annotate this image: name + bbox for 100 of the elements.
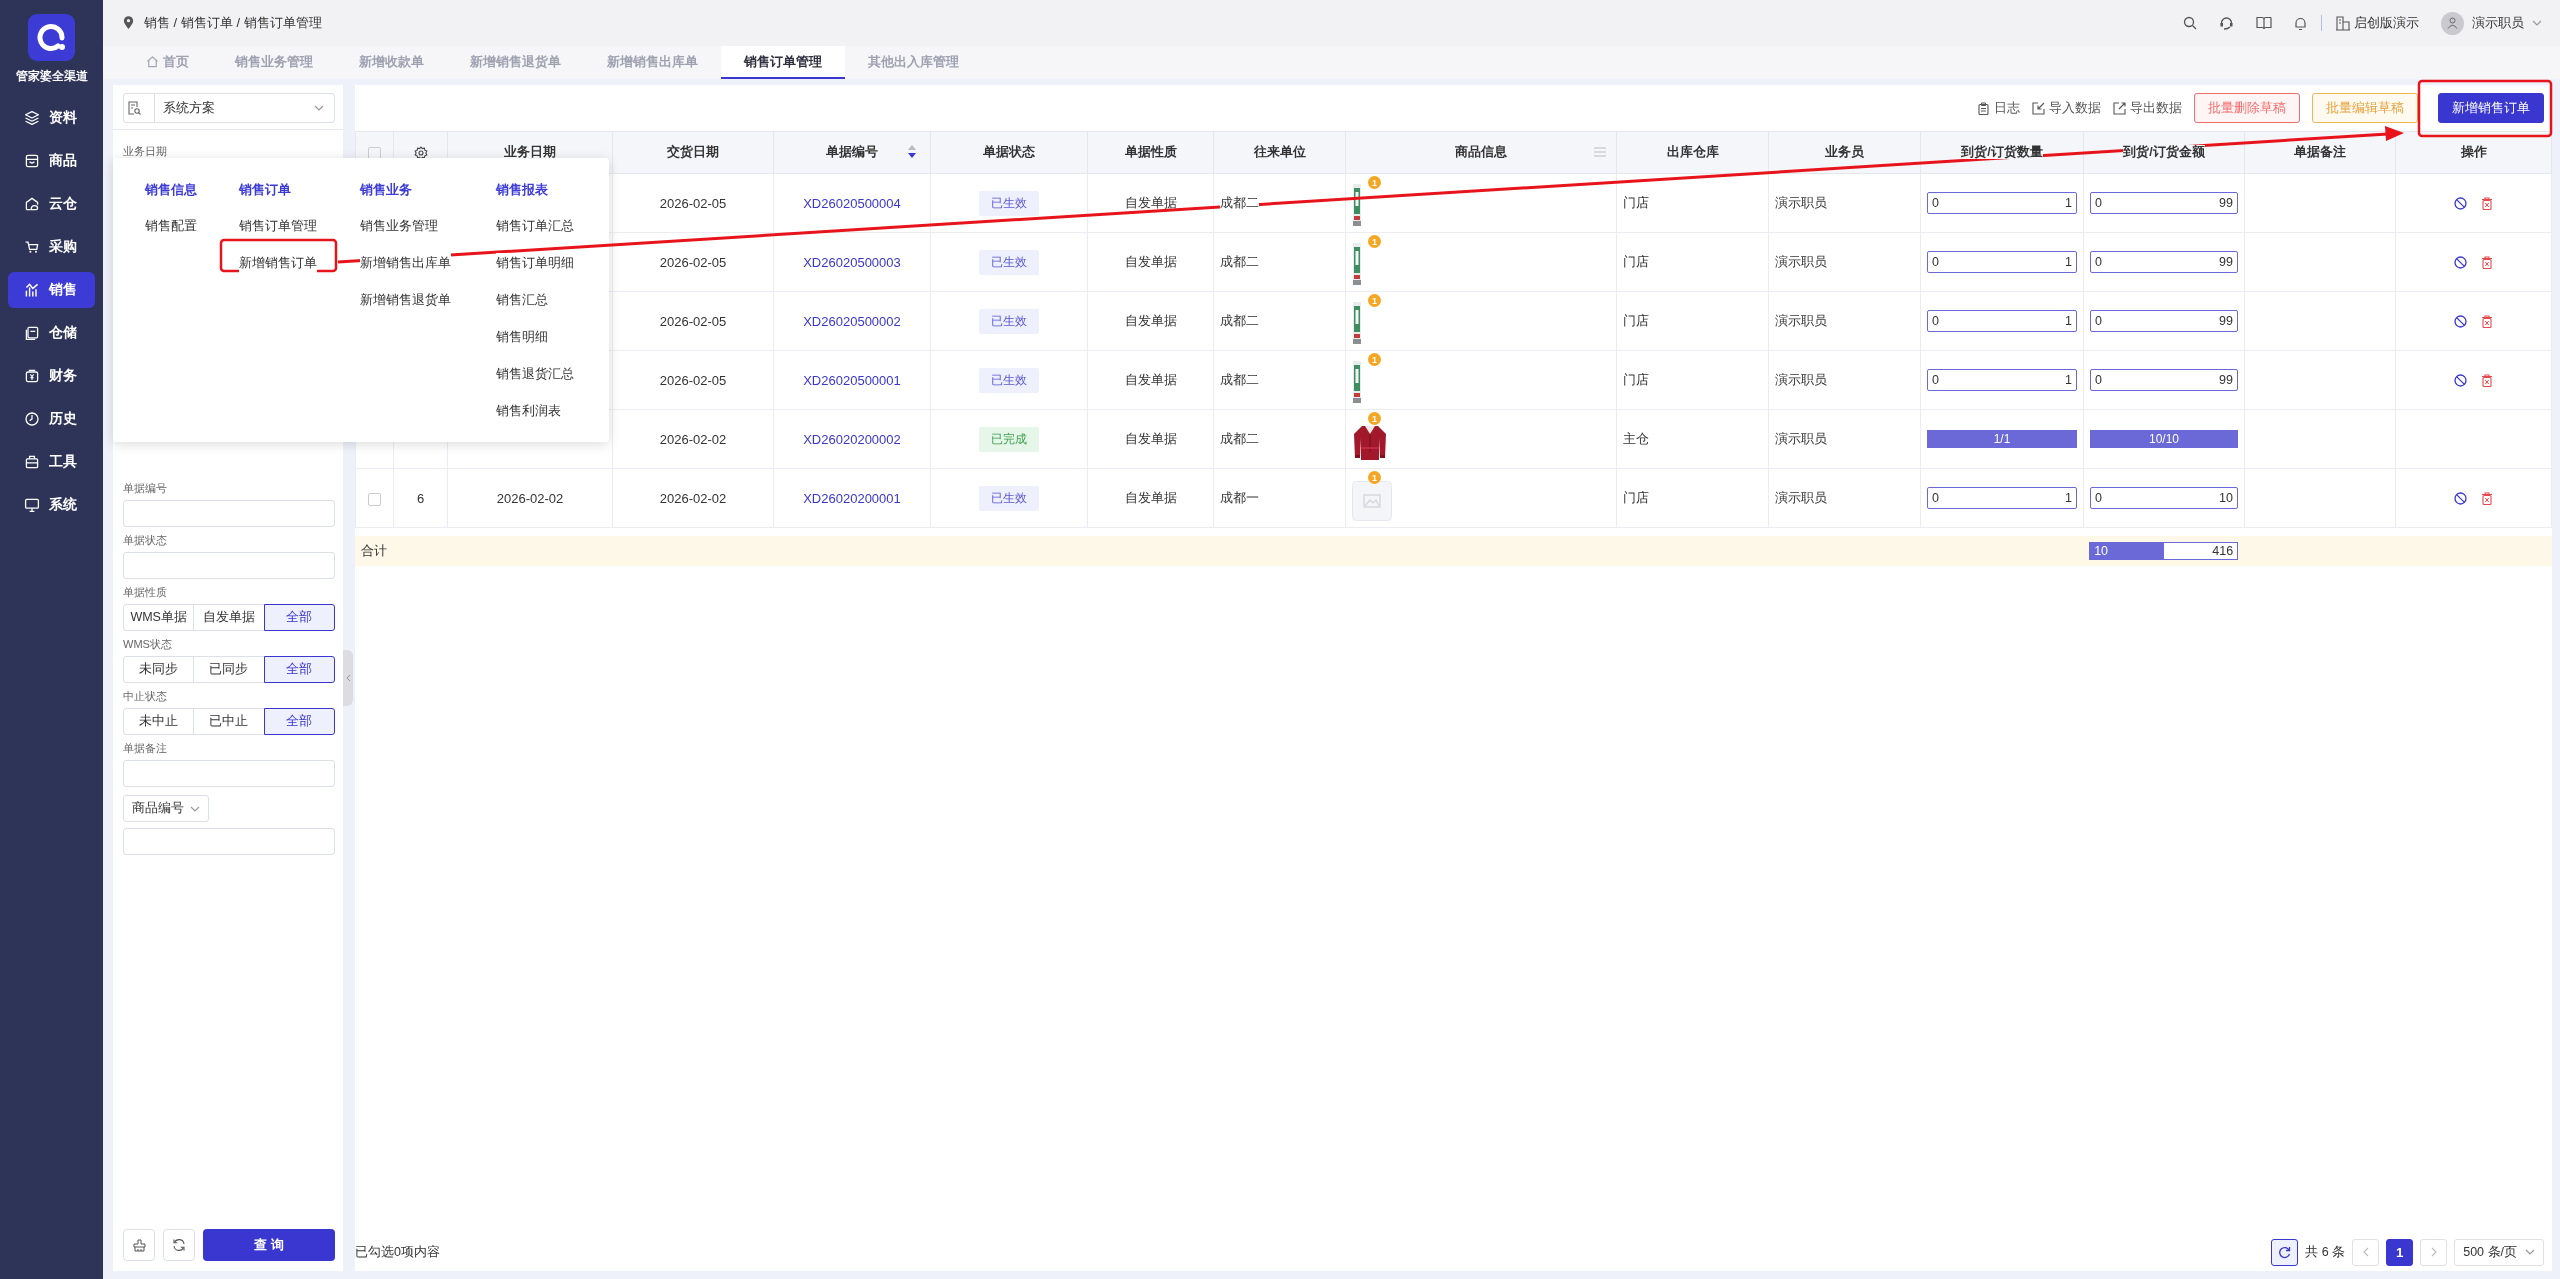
quantity-field[interactable]: 0 1 [1927,369,2077,391]
input-field[interactable] [123,828,335,855]
segment-option[interactable]: 全部 [263,708,335,735]
quantity-field[interactable]: 0 99 [2090,192,2238,214]
chevron-down-icon [2532,20,2542,26]
sidebar-item[interactable]: 历史 [8,401,95,437]
edition-label[interactable]: 启创版演示 [2354,14,2419,32]
sidebar-item[interactable]: 工具 [8,444,95,480]
table-cell: 门店 [1623,254,1649,269]
column-header[interactable]: 业务日期 [504,145,556,159]
order-number-link[interactable]: XD26020500004 [803,195,901,211]
settings-icon[interactable] [413,145,428,160]
delete-icon[interactable] [2481,314,2493,328]
quantity-field[interactable]: 0 10 [2090,487,2238,509]
column-header[interactable]: 单据编号 [826,145,878,159]
sidebar-item[interactable]: 财务 [8,358,95,394]
column-header[interactable]: 交货日期 [667,145,719,159]
book-icon[interactable] [2256,16,2272,30]
column-header[interactable]: 单据备注 [2294,145,2346,159]
order-number-link[interactable]: XD26020200001 [803,490,901,506]
delete-icon[interactable] [2481,255,2493,269]
column-header[interactable]: 单据性质 [1124,145,1177,159]
input-field[interactable] [123,500,335,527]
field-label: 单据备注 [123,741,168,756]
reset-button[interactable] [163,1229,195,1261]
ban-icon[interactable] [2454,491,2467,505]
toolbar-link[interactable]: 导入数据 [2032,99,2101,117]
sidebar-item[interactable]: 采购 [8,229,95,265]
cart-icon [24,239,40,255]
quantity-field[interactable]: 0 1 [1927,310,2077,332]
clear-button[interactable] [123,1229,155,1261]
menu-item[interactable]: 新增销售订单 [239,253,317,273]
quantity-field[interactable]: 0 1 [1927,251,2077,273]
column-header[interactable]: 业务员 [1825,145,1864,159]
ban-icon[interactable] [2454,196,2467,210]
headset-icon[interactable] [2219,15,2234,31]
table-cell: 2026-02-05 [659,195,727,211]
delete-icon[interactable] [2481,491,2493,505]
avatar-icon[interactable] [2441,11,2464,35]
monitor-icon [24,497,40,513]
menu-item[interactable]: 销售退货汇总 [496,364,574,384]
collapse-handle[interactable] [343,650,353,706]
quantity-field[interactable]: 0 99 [2090,310,2238,332]
ban-icon[interactable] [2454,314,2467,328]
count-badge: 1 [1368,412,1381,425]
order-number-link[interactable]: XD26020500001 [803,372,901,388]
column-header[interactable]: 商品信息 [1455,145,1507,159]
scheme-select[interactable]: 系统方案 [123,93,335,123]
page-size-select[interactable]: 500 条/页 [2454,1238,2544,1266]
input-field[interactable] [123,552,335,579]
status-tag: 已生效 [979,249,1039,275]
segment-option[interactable]: WMS单据 [123,604,195,631]
order-number-link[interactable]: XD26020200002 [803,431,901,447]
segment-option[interactable]: 未中止 [123,708,195,735]
sidebar-item[interactable]: 系统 [8,487,95,523]
sort-icon[interactable] [908,145,916,158]
field-select[interactable]: 商品编号 [123,795,209,822]
quantity-field[interactable]: 0 1 [1927,192,2077,214]
order-number-link[interactable]: XD26020500003 [803,254,901,270]
search-icon[interactable] [2183,16,2197,30]
sidebar-item[interactable]: 仓储 [8,315,95,351]
row-number: 6 [416,490,425,506]
toolbar-link[interactable]: 导出数据 [2113,99,2182,117]
delete-icon[interactable] [2481,373,2493,387]
count-badge: 1 [1368,176,1381,189]
ban-icon[interactable] [2454,373,2467,387]
column-header[interactable]: 操作 [2460,145,2487,159]
query-button[interactable]: 查 询 [203,1229,335,1261]
sidebar-item[interactable]: 资料 [8,100,95,136]
wallet-icon [24,368,40,384]
quantity-field[interactable]: 0 1 [1927,487,2077,509]
input-field[interactable] [123,760,335,787]
ban-icon[interactable] [2454,255,2467,269]
sidebar-item[interactable]: 销售 [8,272,95,308]
checkbox[interactable] [368,492,381,506]
column-header[interactable]: 单据状态 [983,145,1035,159]
toolbar-link[interactable]: 日志 [1977,99,2020,117]
segment-option[interactable]: 全部 [263,604,335,631]
sidebar-item[interactable]: 云仓 [8,186,95,222]
column-header[interactable]: 到货/订货金额 [2123,145,2205,159]
column-header[interactable]: 到货/订货数量 [1961,145,2043,159]
toolbar-button[interactable]: 新增销售订单 [2438,93,2544,123]
refresh-button[interactable] [2271,1238,2299,1266]
column-header[interactable]: 往来单位 [1253,145,1306,159]
segment-option[interactable]: 全部 [263,656,335,683]
page-button[interactable]: 1 [2386,1238,2414,1266]
bell-icon[interactable] [2294,15,2307,31]
delete-icon[interactable] [2481,196,2493,210]
quantity-field[interactable]: 0 99 [2090,251,2238,273]
quantity-field[interactable]: 0 99 [2090,369,2238,391]
segment-option[interactable]: 未同步 [123,656,195,683]
tab[interactable]: 销售订单管理 [721,46,845,79]
user-name[interactable]: 演示职员 [2472,14,2524,32]
status-tag: 已生效 [979,190,1039,216]
sidebar-item[interactable]: 商品 [8,143,95,179]
order-number-link[interactable]: XD26020500002 [803,313,901,329]
field-label: 业务日期 [123,144,168,159]
column-header[interactable]: 出库仓库 [1666,145,1719,159]
menu-item[interactable]: 新增销售退货单 [360,290,451,310]
table-cell: 门店 [1623,372,1649,387]
